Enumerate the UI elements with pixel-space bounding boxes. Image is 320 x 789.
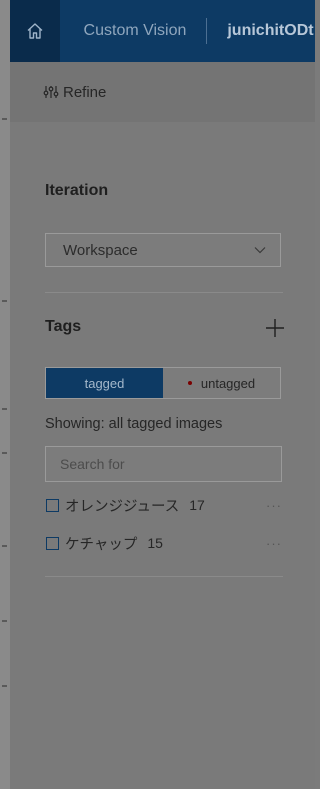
tag-name: オレンジジュース <box>65 498 180 515</box>
project-name[interactable]: junichitODt <box>227 22 315 40</box>
filter-panel: Iteration Workspace Tags tagged untagged… <box>10 122 315 789</box>
home-icon <box>27 23 43 39</box>
tag-item[interactable]: オレンジジュース 17 ··· <box>46 494 286 516</box>
app-title-link[interactable]: Custom Vision <box>84 22 187 40</box>
filter-sliders-icon <box>43 86 59 98</box>
section-divider <box>45 576 283 577</box>
iteration-dropdown[interactable]: Workspace <box>45 233 281 267</box>
more-options-icon[interactable]: ··· <box>266 536 282 551</box>
chevron-down-icon <box>254 247 266 254</box>
top-navigation-bar: Custom Vision junichitODt <box>10 0 315 62</box>
tag-search-input[interactable] <box>45 446 282 482</box>
more-options-icon[interactable]: ··· <box>266 498 282 513</box>
iteration-selected-value: Workspace <box>63 241 138 259</box>
tagged-untagged-toggle: tagged untagged <box>45 367 281 399</box>
add-tag-icon[interactable] <box>264 317 286 339</box>
tagged-toggle-button[interactable]: tagged <box>46 368 163 398</box>
showing-status: Showing: all tagged images <box>45 416 223 432</box>
refine-toolbar: Refine <box>10 62 315 122</box>
tags-heading: Tags <box>45 318 82 335</box>
refine-label: Refine <box>63 83 107 101</box>
tag-checkbox[interactable] <box>46 498 59 512</box>
section-divider <box>45 292 283 293</box>
untagged-toggle-button[interactable]: untagged <box>163 368 280 398</box>
refine-button[interactable]: Refine <box>43 84 106 101</box>
tag-count: 17 <box>189 497 205 513</box>
background-page-edge <box>0 0 10 789</box>
untagged-label: untagged <box>200 375 256 391</box>
iteration-heading: Iteration <box>45 182 109 199</box>
header-divider <box>206 18 208 44</box>
tag-item[interactable]: ケチャップ 15 ··· <box>46 532 286 554</box>
tag-name: ケチャップ <box>65 536 138 553</box>
home-button[interactable] <box>10 0 60 62</box>
tag-count: 15 <box>147 535 163 551</box>
tag-checkbox[interactable] <box>46 536 59 550</box>
untagged-dot-icon <box>187 381 192 385</box>
